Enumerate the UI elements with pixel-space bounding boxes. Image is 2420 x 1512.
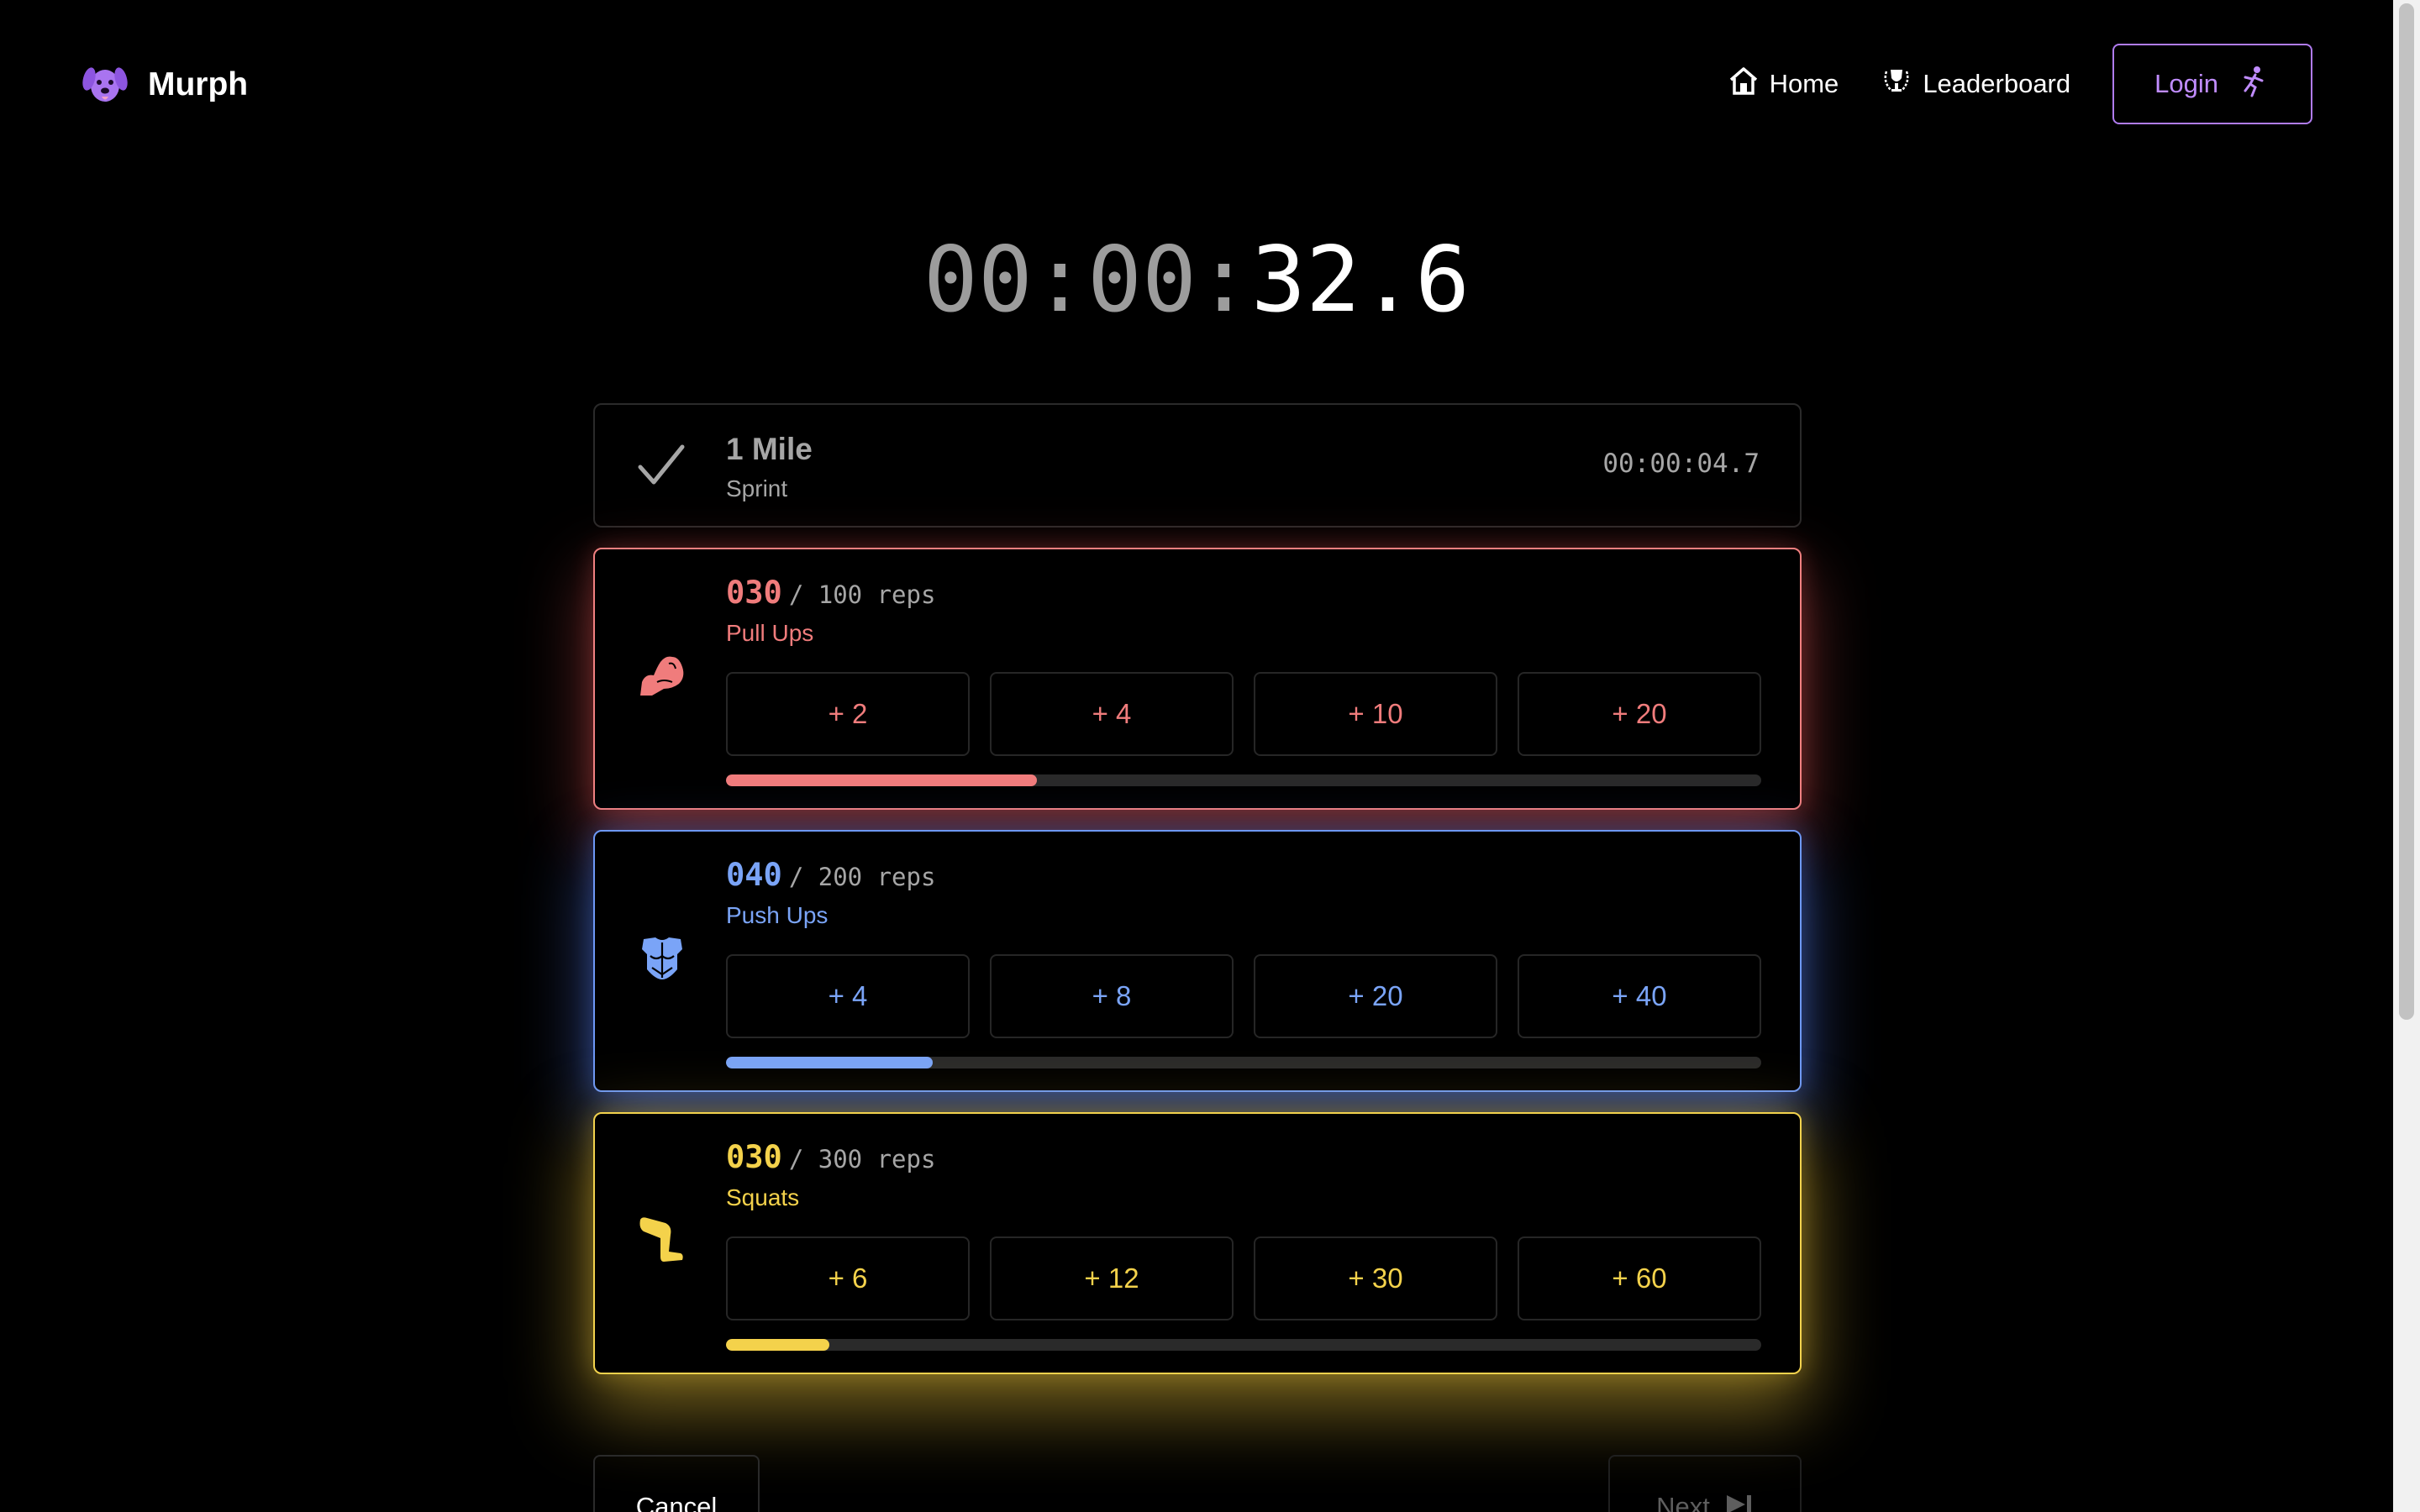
increment-button[interactable]: + 12 [990, 1236, 1234, 1320]
exercise-name: Squats [726, 1184, 800, 1210]
increment-buttons: + 2 + 4 + 10 + 20 [726, 672, 1761, 756]
increment-button[interactable]: + 60 [1518, 1236, 1761, 1320]
progress-fill [726, 1339, 830, 1351]
workout-page: Murph Home Leaderboard Login 00:00:32.6 … [0, 0, 2420, 1512]
increment-buttons: + 6 + 12 + 30 + 60 [726, 1236, 1761, 1320]
rep-counter: 040/ 200 reps [726, 857, 935, 893]
increment-button[interactable]: + 4 [990, 672, 1234, 756]
rep-counter: 030/ 100 reps [726, 575, 935, 611]
checkmark-icon [635, 438, 689, 492]
brand[interactable]: Murph [81, 59, 248, 111]
timer-elapsed-prefix: 00:00: [923, 228, 1252, 333]
progress-fill [726, 774, 1037, 786]
rep-count: 030 [726, 575, 782, 611]
increment-buttons: + 4 + 8 + 20 + 40 [726, 954, 1761, 1038]
increment-button[interactable]: + 30 [1254, 1236, 1497, 1320]
workout-timer: 00:00:32.6 [0, 223, 2393, 338]
timer-elapsed-seconds: 32.6 [1251, 228, 1470, 333]
nav-leaderboard-label: Leaderboard [1923, 69, 2071, 98]
nav-home-link[interactable]: Home [1728, 65, 1839, 103]
increment-button[interactable]: + 8 [990, 954, 1234, 1038]
brand-name: Murph [148, 66, 249, 102]
leg-icon [635, 1213, 689, 1267]
nav-home-label: Home [1769, 69, 1839, 98]
increment-button[interactable]: + 2 [726, 672, 970, 756]
exercise-name: Push Ups [726, 902, 829, 928]
exercise-card-squats: 030/ 300 reps Squats + 6 + 12 + 30 + 60 [593, 1112, 1802, 1374]
flexed-arm-icon [635, 648, 689, 702]
dog-logo-icon [81, 59, 129, 112]
main-nav: Home Leaderboard Login [1728, 42, 2312, 126]
login-button[interactable]: Login [2112, 44, 2312, 124]
rep-count: 030 [726, 1139, 782, 1175]
exercise-card-push-ups: 040/ 200 reps Push Ups + 4 + 8 + 20 + 40 [593, 830, 1802, 1092]
rep-total: / 200 reps [788, 863, 936, 891]
completed-segment-title: 1 Mile [726, 432, 813, 466]
progress-bar [726, 1339, 1761, 1351]
completed-segment-time: 00:00:04.7 [1602, 449, 1760, 479]
rep-total: / 300 reps [788, 1145, 936, 1173]
home-icon [1728, 65, 1760, 103]
rep-count: 040 [726, 857, 782, 893]
increment-button[interactable]: + 20 [1518, 672, 1761, 756]
skip-forward-icon [1725, 1492, 1754, 1512]
increment-button[interactable]: + 10 [1254, 672, 1497, 756]
increment-button[interactable]: + 6 [726, 1236, 970, 1320]
rep-counter: 030/ 300 reps [726, 1139, 935, 1175]
completed-segment-subtitle: Sprint [726, 475, 788, 501]
running-person-icon [2237, 64, 2270, 104]
next-button[interactable]: Next [1608, 1455, 1802, 1512]
exercise-name: Pull Ups [726, 620, 814, 646]
progress-bar [726, 774, 1761, 786]
progress-fill [726, 1057, 934, 1068]
increment-button[interactable]: + 4 [726, 954, 970, 1038]
progress-bar [726, 1057, 1761, 1068]
login-label: Login [2154, 69, 2218, 98]
rep-total: / 100 reps [788, 580, 936, 609]
exercise-card-pull-ups: 030/ 100 reps Pull Ups + 2 + 4 + 10 + 20 [593, 548, 1802, 810]
cancel-button[interactable]: Cancel [593, 1455, 760, 1512]
next-label: Next [1656, 1492, 1710, 1512]
chest-armor-icon [635, 931, 689, 984]
completed-segment-card: 1 Mile Sprint 00:00:04.7 [593, 403, 1802, 528]
scrollbar-thumb[interactable] [2399, 3, 2414, 1020]
nav-leaderboard-link[interactable]: Leaderboard [1881, 65, 2070, 103]
increment-button[interactable]: + 40 [1518, 954, 1761, 1038]
trophy-laurel-icon [1881, 65, 1912, 103]
increment-button[interactable]: + 20 [1254, 954, 1497, 1038]
